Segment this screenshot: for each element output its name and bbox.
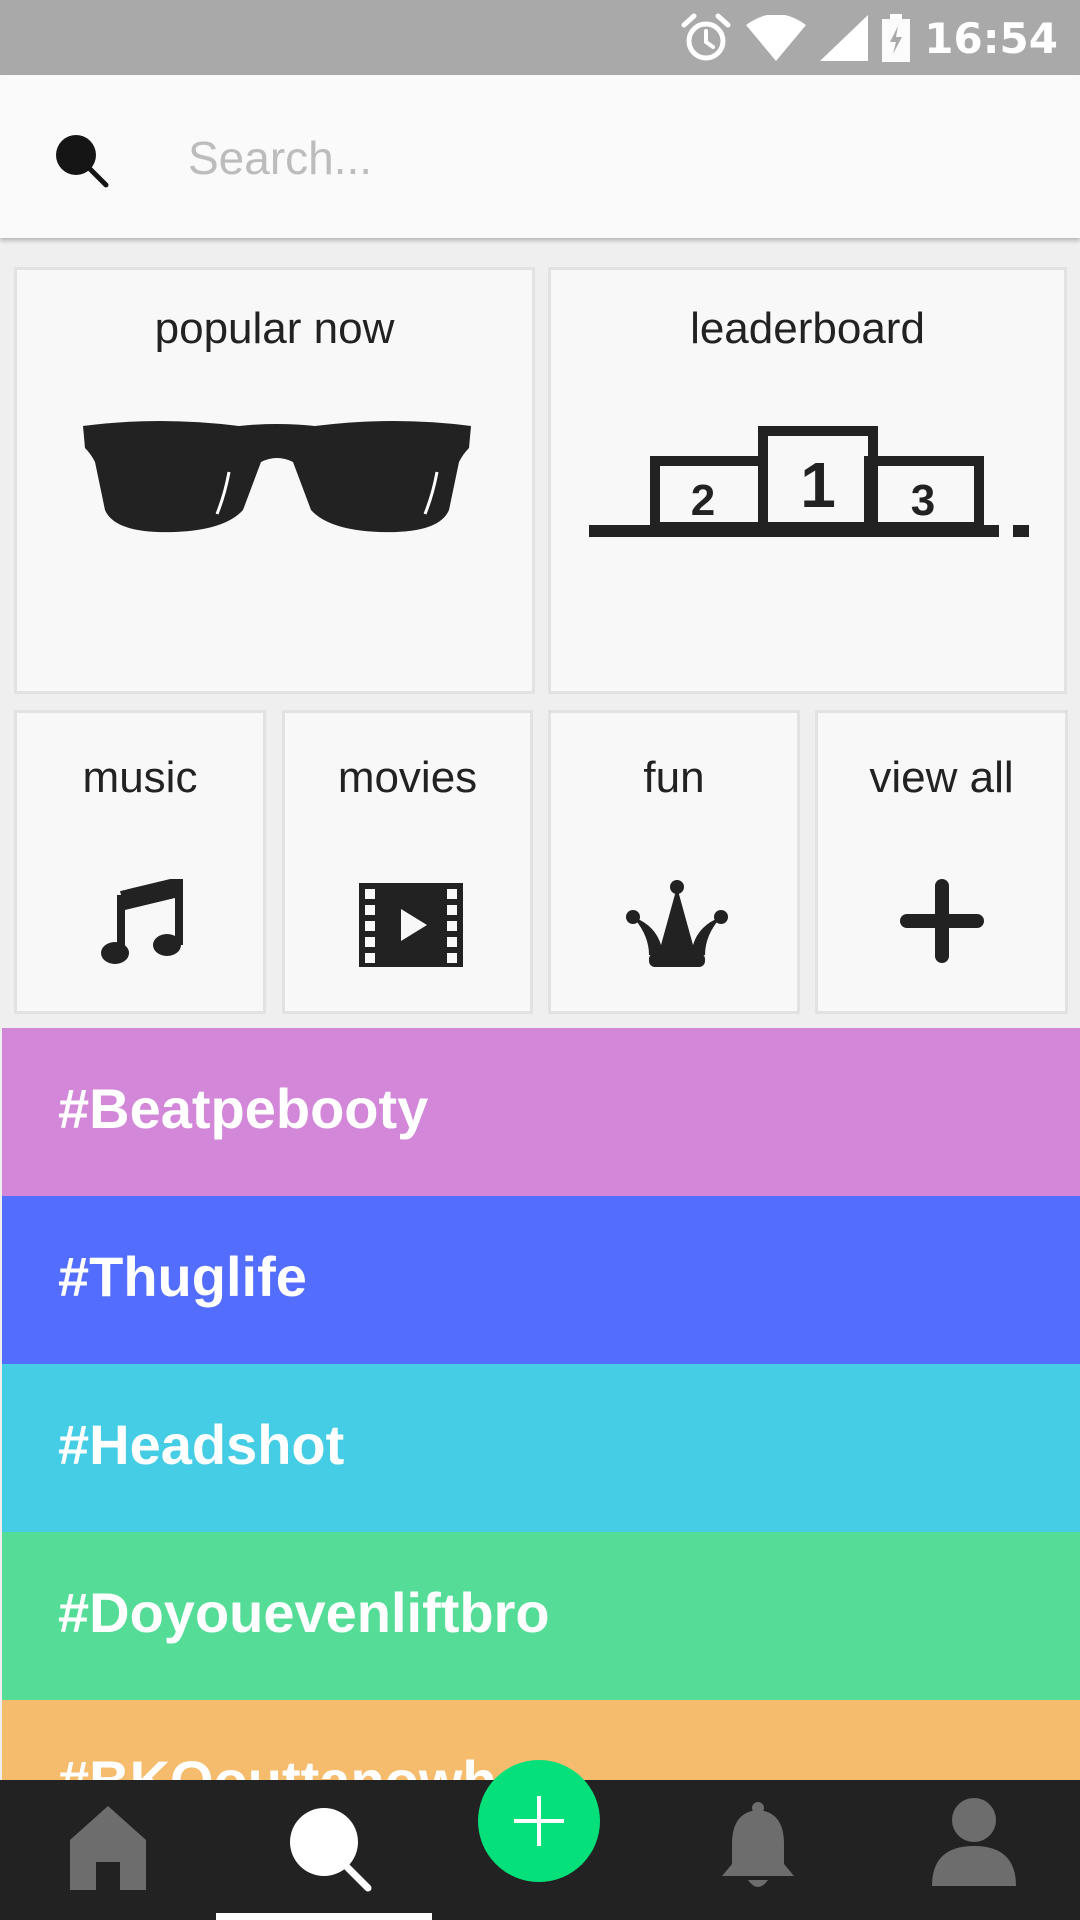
search-bar: [0, 75, 1080, 238]
category-movies-tile[interactable]: movies: [282, 710, 533, 1014]
jester-crown-icon: [626, 880, 728, 967]
leaderboard-tile[interactable]: leaderboard 2 1 3: [548, 267, 1067, 694]
podium-first-label: 1: [800, 449, 836, 521]
category-view-all-label: view all: [869, 753, 1014, 802]
profile-icon: [932, 1798, 1016, 1886]
hashtag-label: #Doyouevenliftbro: [58, 1581, 550, 1644]
hashtag-label: #BKOouttanowhe: [58, 1748, 528, 1780]
podium-icon: 2 1 3: [589, 426, 1029, 537]
category-music-label: music: [82, 753, 198, 802]
hashtag-row[interactable]: #Beatpebooty: [2, 1028, 1080, 1196]
hashtag-label: #Beatpebooty: [58, 1077, 429, 1140]
battery-charging-icon: [882, 14, 911, 62]
podium-second-label: 2: [691, 476, 715, 525]
leaderboard-label: leaderboard: [690, 304, 925, 353]
hashtag-label: #Thuglife: [58, 1245, 307, 1308]
popular-now-tile[interactable]: popular now: [14, 267, 535, 694]
music-note-icon: [101, 879, 183, 964]
create-post-fab[interactable]: [478, 1760, 600, 1882]
category-fun-tile[interactable]: fun: [548, 710, 800, 1014]
status-time: 16:54: [924, 13, 1058, 63]
status-icons: 16:54: [680, 10, 1058, 66]
podium-third-label: 3: [911, 476, 935, 525]
home-icon: [70, 1806, 146, 1890]
signal-icon: [820, 15, 869, 61]
search-icon: [290, 1808, 372, 1892]
category-view-all-tile[interactable]: view all: [815, 710, 1068, 1014]
category-movies-label: movies: [337, 753, 478, 802]
nav-home[interactable]: [0, 1780, 216, 1920]
hashtag-row[interactable]: #Thuglife: [2, 1196, 1080, 1364]
category-fun-label: fun: [643, 753, 705, 802]
sunglasses-icon: [83, 421, 471, 533]
film-icon: [359, 883, 463, 967]
status-bar: 16:54: [0, 0, 1080, 75]
nav-notifications[interactable]: [648, 1780, 864, 1920]
add-icon: [514, 1796, 564, 1846]
search-icon[interactable]: [52, 131, 110, 189]
wifi-icon: [746, 15, 807, 61]
alarm-icon: [681, 13, 731, 61]
popular-now-label: popular now: [154, 304, 395, 353]
search-input[interactable]: [188, 123, 1008, 193]
nav-active-indicator: [216, 1913, 432, 1920]
nav-profile[interactable]: [864, 1780, 1080, 1920]
category-music-tile[interactable]: music: [14, 710, 266, 1014]
hashtag-label: #Headshot: [58, 1413, 345, 1476]
nav-search[interactable]: [216, 1780, 432, 1920]
hashtag-row[interactable]: #Doyouevenliftbro: [2, 1532, 1080, 1700]
plus-icon: [900, 879, 984, 963]
hashtag-row[interactable]: #Headshot: [2, 1364, 1080, 1532]
bell-icon: [722, 1802, 794, 1887]
